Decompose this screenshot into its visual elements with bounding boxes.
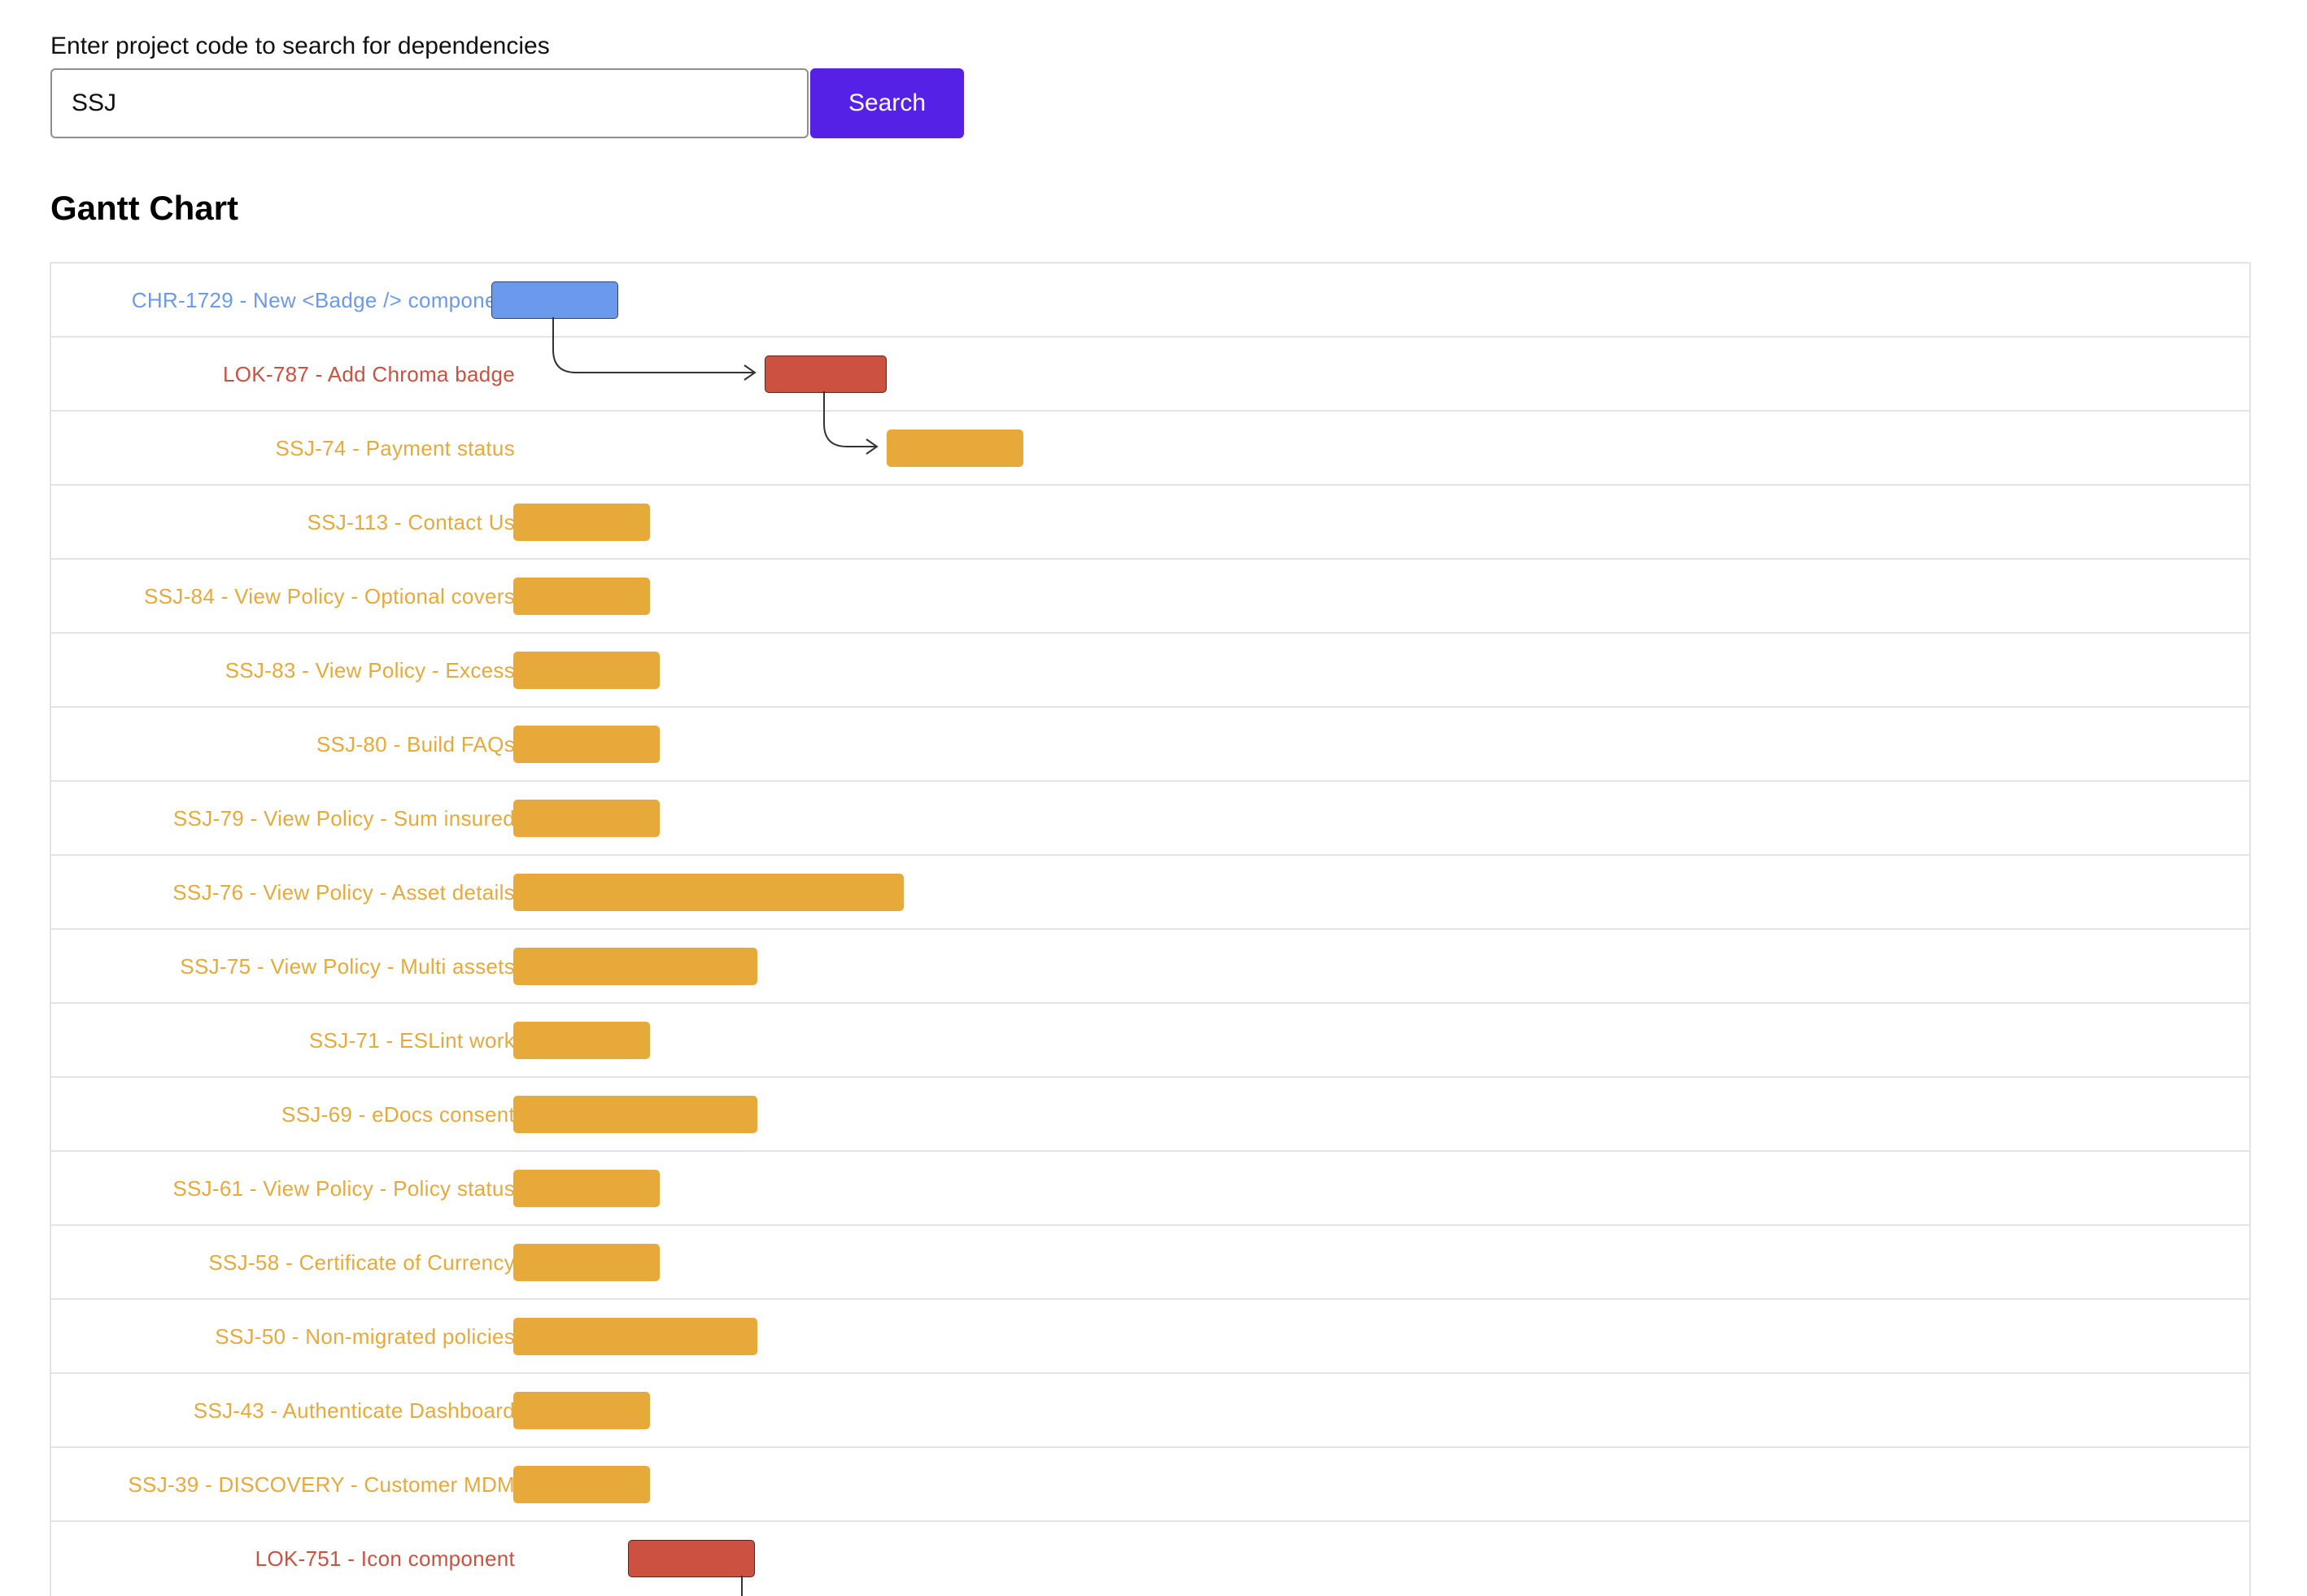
gantt-bar[interactable] [491,281,618,319]
gantt-bar[interactable] [887,430,1023,467]
gantt-task-label[interactable]: SSJ-43 - Authenticate Dashboard [194,1374,515,1448]
gantt-task-label[interactable]: LOK-751 - Icon component [255,1522,515,1596]
gantt-bar[interactable] [513,874,904,911]
gantt-row: SSJ-74 - Payment status [50,410,2251,486]
gantt-row: SSJ-113 - Contact Us [50,484,2251,560]
gantt-task-label[interactable]: LOK-787 - Add Chroma badge [223,338,515,412]
gantt-row: SSJ-58 - Certificate of Currency [50,1224,2251,1300]
gantt-row: SSJ-71 - ESLint work [50,1002,2251,1078]
gantt-bar[interactable] [513,504,650,541]
gantt-row: SSJ-79 - View Policy - Sum insured [50,780,2251,856]
gantt-row: SSJ-43 - Authenticate Dashboard [50,1372,2251,1448]
gantt-task-label[interactable]: SSJ-61 - View Policy - Policy status [172,1152,515,1226]
search-input[interactable] [50,68,809,138]
gantt-row: SSJ-39 - DISCOVERY - Customer MDM [50,1446,2251,1522]
gantt-bar[interactable] [513,726,660,763]
gantt-bar[interactable] [628,1540,755,1577]
gantt-bar[interactable] [513,652,660,689]
gantt-bar[interactable] [513,1096,757,1133]
gantt-row: SSJ-76 - View Policy - Asset details [50,854,2251,930]
gantt-task-label[interactable]: SSJ-75 - View Policy - Multi assets [180,930,515,1004]
section-title: Gantt Chart [50,189,238,227]
gantt-chart: CHR-1729 - New <Badge /> component LOK-78… [50,262,2251,1596]
gantt-task-label[interactable]: SSJ-76 - View Policy - Asset details [172,856,515,930]
gantt-row: LOK-787 - Add Chroma badge [50,336,2251,412]
gantt-row: SSJ-69 - eDocs consent [50,1076,2251,1152]
gantt-bar[interactable] [513,1022,650,1059]
gantt-task-label[interactable]: CHR-1729 - New <Badge /> component [132,264,515,338]
gantt-task-label[interactable]: SSJ-113 - Contact Us [307,486,515,560]
gantt-bar[interactable] [513,1466,650,1503]
gantt-task-label[interactable]: SSJ-71 - ESLint work [309,1004,515,1078]
gantt-bar[interactable] [513,1170,660,1207]
gantt-task-label[interactable]: SSJ-39 - DISCOVERY - Customer MDM [128,1448,515,1522]
gantt-row: SSJ-75 - View Policy - Multi assets [50,928,2251,1004]
page: Enter project code to search for depende… [0,0,2307,1596]
gantt-bar[interactable] [765,355,887,393]
gantt-bar[interactable] [513,578,650,615]
gantt-row: SSJ-83 - View Policy - Excess [50,632,2251,708]
gantt-task-label[interactable]: SSJ-83 - View Policy - Excess [225,634,515,708]
gantt-row: CHR-1729 - New <Badge /> component [50,262,2251,338]
gantt-task-label[interactable]: SSJ-58 - Certificate of Currency [208,1226,515,1300]
gantt-bar[interactable] [513,1318,757,1355]
gantt-task-label[interactable]: SSJ-50 - Non-migrated policies [215,1300,515,1374]
gantt-row: LOK-751 - Icon component [50,1520,2251,1596]
gantt-bar[interactable] [513,948,757,985]
gantt-task-label[interactable]: SSJ-74 - Payment status [276,412,515,486]
gantt-task-label[interactable]: SSJ-69 - eDocs consent [281,1078,515,1152]
gantt-bar[interactable] [513,1392,650,1429]
gantt-task-label[interactable]: SSJ-79 - View Policy - Sum insured [173,782,515,856]
gantt-row: SSJ-80 - Build FAQs [50,706,2251,782]
gantt-bar[interactable] [513,1244,660,1281]
search-label: Enter project code to search for depende… [50,33,550,59]
gantt-bar[interactable] [513,800,660,837]
gantt-row: SSJ-84 - View Policy - Optional covers [50,558,2251,634]
gantt-row: SSJ-50 - Non-migrated policies [50,1298,2251,1374]
gantt-row: SSJ-61 - View Policy - Policy status [50,1150,2251,1226]
gantt-task-label[interactable]: SSJ-84 - View Policy - Optional covers [144,560,515,634]
search-button[interactable]: Search [810,68,964,138]
gantt-task-label[interactable]: SSJ-80 - Build FAQs [316,708,515,782]
